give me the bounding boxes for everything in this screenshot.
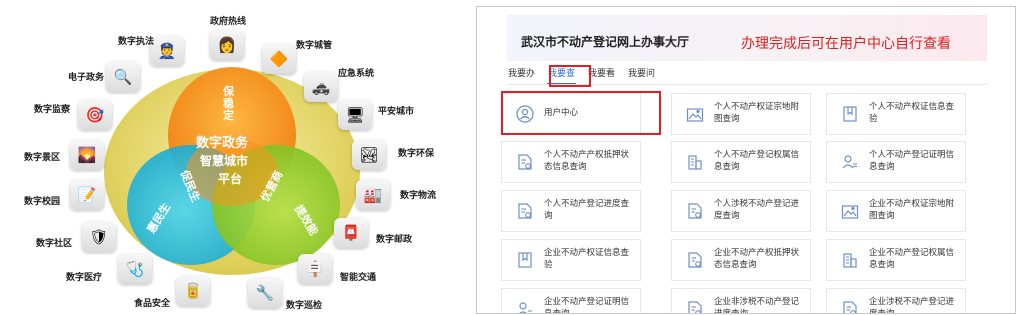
- segment-top-text: 保稳定: [223, 85, 234, 122]
- service-card-label: 企业不动产登记权属信息查询: [869, 248, 955, 270]
- portal-title: 武汉市不动产登记网上办事大厅: [521, 35, 690, 49]
- user-list-icon: [841, 153, 859, 171]
- inspection-icon: 🔧: [248, 278, 282, 308]
- food-icon: 🥫: [176, 276, 210, 306]
- node-label: 应急系统: [338, 69, 375, 79]
- target-icon: 🎯: [78, 100, 112, 130]
- service-card[interactable]: 个人不动产登记证明信息查询: [826, 141, 966, 183]
- node-label: 数字校园: [24, 197, 61, 207]
- notice-text: 办理完成后可在用户中心自行查看: [741, 36, 951, 52]
- service-card-label: 企业不动产权证宗地附图查询: [869, 199, 955, 221]
- magnifier-icon: 🔍: [106, 62, 140, 92]
- monitor-icon: 🖥: [338, 100, 372, 130]
- building-icon: [841, 251, 859, 269]
- node-label: 数字邮政: [376, 235, 413, 245]
- service-card-label: 企业非涉税不动产登记进度查询: [714, 297, 800, 314]
- service-card-label: 企业不动产登记证明信息查询: [544, 297, 630, 314]
- bookmark-icon: [841, 105, 859, 123]
- service-card-label: 个人不动产权证信息查验: [869, 102, 955, 124]
- service-card-label: 个人不动产登记权属信息查询: [714, 150, 800, 172]
- service-card-label: 个人涉税不动产登记进度查询: [714, 199, 800, 221]
- tab-handle[interactable]: 我要办: [507, 67, 536, 85]
- community-shield-icon: 🛡: [82, 222, 116, 252]
- service-card[interactable]: 企业涉税不动产登记进度查询: [826, 288, 966, 314]
- document-check-icon: [516, 153, 534, 171]
- node-label: 数字景区: [24, 153, 61, 163]
- service-card[interactable]: 企业不动产登记权属信息查询: [826, 239, 966, 281]
- map-pin-icon: [686, 105, 704, 123]
- node-label: 政府热线: [210, 17, 247, 27]
- service-card[interactable]: 个人不动产产权抵押状态信息查询: [501, 141, 641, 183]
- node-label: 平安城市: [378, 107, 415, 117]
- node-label: 数字城管: [296, 41, 333, 51]
- service-card[interactable]: 个人不动产登记进度查询: [501, 190, 641, 232]
- node-label: 食品安全: [134, 299, 171, 309]
- phone-operator-icon: 👩: [210, 30, 244, 60]
- service-card-label: 个人不动产登记证明信息查询: [869, 150, 955, 172]
- first-aid-icon: 🩺: [118, 254, 152, 284]
- service-card[interactable]: 企业不动产登记证明信息查询: [501, 288, 641, 314]
- service-card[interactable]: 企业不动产权证宗地附图查询: [826, 190, 966, 232]
- service-card[interactable]: 个人不动产权证信息查验: [826, 93, 966, 135]
- map-pin-icon: [841, 202, 859, 220]
- scenic-icon: 🌄: [70, 140, 104, 170]
- node-label: 数字社区: [36, 239, 73, 249]
- service-card-label: 个人不动产登记进度查询: [544, 199, 630, 221]
- tab-ask[interactable]: 我要问: [627, 67, 656, 85]
- center-line-3: 平台: [218, 172, 243, 186]
- service-card[interactable]: 个人不动产登记权属信息查询: [671, 141, 811, 183]
- portal-screenshot: 武汉市不动产登记网上办事大厅 办理完成后可在用户中心自行查看 我要办 我要查 我…: [476, 6, 1016, 314]
- service-card[interactable]: 个人涉税不动产登记进度查询: [671, 190, 811, 232]
- bookmark-icon: [516, 251, 534, 269]
- service-card-label: 企业不动产产权抵押状态信息查询: [714, 248, 800, 270]
- service-card[interactable]: 企业不动产产权抵押状态信息查询: [671, 239, 811, 281]
- node-label: 智能交通: [340, 273, 377, 283]
- document-check-icon: [516, 202, 534, 220]
- campus-icon: 📝: [70, 180, 104, 210]
- signpost-icon: 🪧: [298, 254, 332, 284]
- mailbox-icon: 📮: [334, 218, 368, 248]
- node-label: 数字物流: [400, 191, 437, 201]
- document-check-icon: [841, 300, 859, 313]
- traffic-cone-icon: 🔶: [262, 44, 296, 74]
- node-label: 数字巡检: [286, 301, 323, 311]
- document-check-icon: [686, 202, 704, 220]
- document-check-icon: [686, 300, 704, 313]
- user-list-icon: [516, 300, 534, 313]
- service-card-label: 企业不动产权证信息查验: [544, 248, 630, 270]
- warehouse-icon: 🏭: [356, 180, 390, 210]
- building-icon: [686, 153, 704, 171]
- smart-city-diagram: 保稳定 数字政务 智慧城市 平台 促民生 优营商 惠民生 提效能 👩 政府热线 …: [0, 0, 470, 315]
- tab-highlight-box: [549, 65, 591, 87]
- law-enforcement-icon: 👮: [150, 36, 184, 66]
- tab-view[interactable]: 我要看: [587, 67, 616, 85]
- eco-icon: 🏞: [352, 140, 386, 170]
- card-highlight-box: [501, 91, 661, 135]
- document-check-icon: [686, 251, 704, 269]
- node-label: 数字执法: [118, 37, 155, 47]
- node-label: 电子政务: [68, 73, 105, 83]
- service-card[interactable]: 企业非涉税不动产登记进度查询: [671, 288, 811, 314]
- service-card[interactable]: 个人不动产权证宗地附图查询: [671, 93, 811, 135]
- node-label: 数字监察: [34, 105, 71, 115]
- node-label: 数字环保: [398, 149, 435, 159]
- police-car-icon: 🚓: [304, 72, 338, 102]
- node-label: 数字医疗: [66, 273, 103, 283]
- service-card-label: 个人不动产权证宗地附图查询: [714, 102, 800, 124]
- center-line-1: 数字政务: [196, 136, 249, 151]
- service-card[interactable]: 企业不动产权证信息查验: [501, 239, 641, 281]
- center-line-2: 智慧城市: [200, 154, 249, 168]
- service-card-label: 个人不动产产权抵押状态信息查询: [544, 150, 630, 172]
- service-card-label: 企业涉税不动产登记进度查询: [869, 297, 955, 314]
